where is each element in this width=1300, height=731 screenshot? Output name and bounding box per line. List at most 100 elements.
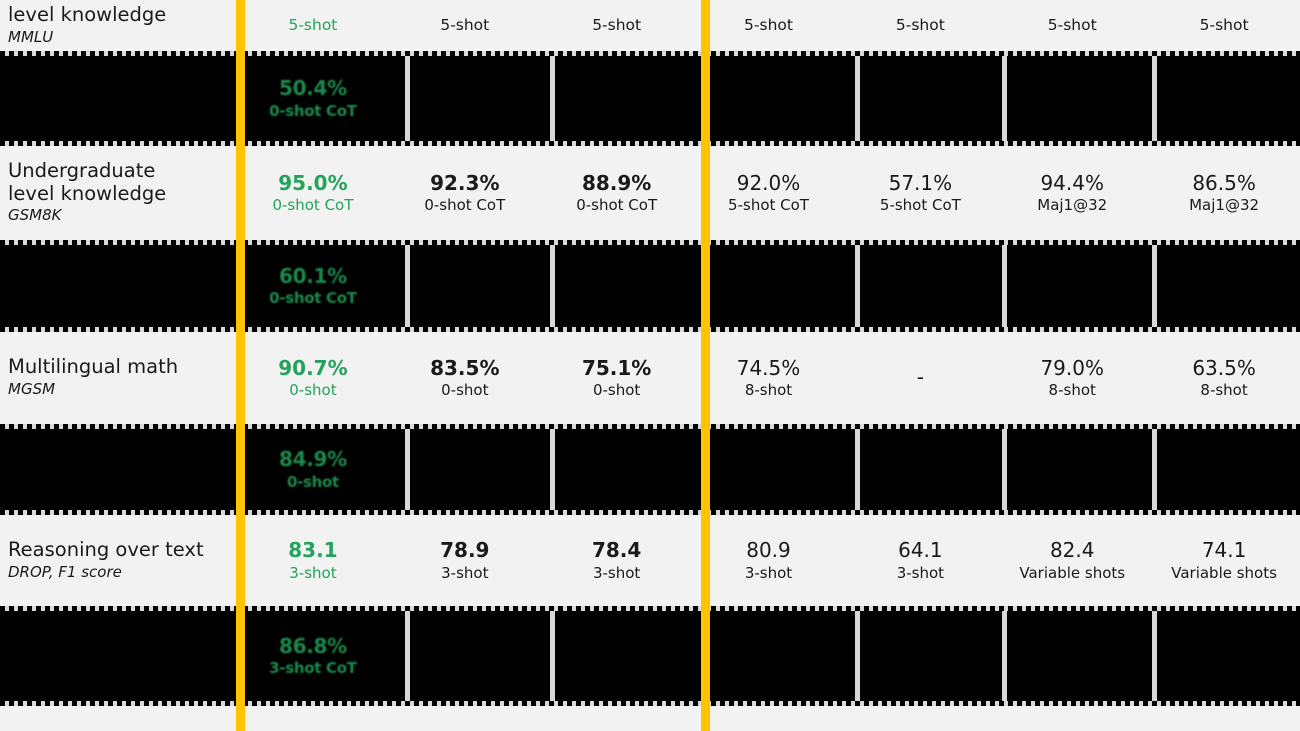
value-cell: 83.1 3-shot — [237, 515, 389, 606]
row-label-cell: Multilingual math MGSM — [0, 332, 237, 424]
masked-column-divider — [1152, 609, 1157, 703]
row-label-title: Multilingual math — [8, 355, 179, 379]
row-label-cell — [0, 51, 237, 146]
row-label-cell — [0, 240, 237, 332]
value-cell — [996, 606, 1148, 706]
shot-setting-label: 0-shot CoT — [269, 101, 357, 120]
benchmark-score: 63.5% — [1192, 355, 1256, 380]
benchmark-score: 82.4 — [1049, 538, 1095, 563]
row-label-dataset: DROP, F1 score — [8, 562, 122, 581]
value-cell: 63.5% 8-shot — [1148, 332, 1300, 424]
masked-column-divider — [1002, 243, 1007, 329]
masked-column-divider — [405, 609, 410, 703]
value-cell — [844, 424, 996, 515]
value-cell — [844, 51, 996, 146]
masked-column-divider — [855, 243, 860, 329]
value-cell: 75.1% 0-shot — [541, 332, 693, 424]
masked-column-divider — [855, 427, 860, 512]
value-cell: 78.4 3-shot — [541, 515, 693, 606]
benchmark-score: 86.5% — [1192, 170, 1256, 195]
shot-setting-label: Maj1@32 — [1189, 196, 1260, 215]
value-cell — [1148, 51, 1300, 146]
benchmark-score: 84.9% — [278, 447, 347, 472]
shot-setting-label: 3-shot — [744, 563, 793, 582]
masked-column-divider — [855, 609, 860, 703]
value-cell — [693, 606, 845, 706]
shot-setting-label: 5-shot CoT — [728, 196, 809, 215]
value-cell — [541, 240, 693, 332]
value-cell — [541, 51, 693, 146]
value-cell — [693, 51, 845, 146]
benchmark-score: 94.4% — [1040, 170, 1104, 195]
value-cell — [996, 424, 1148, 515]
shot-setting-label: 5-shot — [592, 16, 642, 35]
value-cell: 79.0% 8-shot — [996, 332, 1148, 424]
value-cell: 5-shot — [996, 0, 1148, 51]
row-label-title: Undergraduate — [8, 159, 156, 183]
value-cell: 5-shot — [1148, 0, 1300, 51]
benchmark-score: 60.1% — [278, 263, 347, 288]
value-cell — [996, 240, 1148, 332]
value-cell: 50.4% 0-shot CoT — [237, 51, 389, 146]
row-label-dataset: GSM8K — [8, 206, 62, 225]
benchmark-score: 75.1% — [581, 355, 652, 380]
shot-setting-label: 3-shot — [896, 563, 945, 582]
shot-setting-label: Maj1@32 — [1037, 196, 1108, 215]
masked-column-divider — [405, 54, 410, 143]
benchmark-score: 92.0% — [736, 170, 801, 195]
value-cell: 86.8% 3-shot CoT — [237, 606, 389, 706]
value-cell: 84.9% 0-shot — [237, 424, 389, 515]
row-label-cell: Reasoning over text DROP, F1 score — [0, 515, 237, 606]
masked-column-divider — [405, 427, 410, 512]
masked-column-divider — [1152, 54, 1157, 143]
masked-column-divider — [1002, 427, 1007, 512]
value-cell: 94.4% Maj1@32 — [996, 146, 1148, 240]
shot-setting-label: 3-shot — [441, 563, 489, 582]
row-label-cell — [0, 606, 237, 706]
value-cell: 5-shot — [541, 0, 693, 51]
benchmark-comparison-table: level knowledge MMLU 5-shot 5-shot 5-shot 5-s… — [0, 0, 1300, 731]
benchmark-score: 79.0% — [1040, 355, 1104, 380]
masked-row-2: 60.1% 0-shot CoT — [0, 240, 1300, 332]
shot-setting-label: 5-shot — [440, 16, 490, 35]
mgsm-row: Multilingual math MGSM 90.7% 0-shot 83.5% 0-s… — [0, 332, 1300, 424]
value-cell — [1148, 424, 1300, 515]
shot-setting-label: 8-shot — [1200, 381, 1248, 400]
masked-row-3: 84.9% 0-shot — [0, 424, 1300, 515]
row-label-cell: level knowledge MMLU — [0, 0, 237, 51]
shot-setting-label: Variable shots — [1171, 563, 1277, 582]
value-cell: 90.7% 0-shot — [237, 332, 389, 424]
benchmark-score: 86.8% — [278, 633, 347, 658]
shot-setting-label: Variable shots — [1019, 563, 1126, 582]
masked-column-divider — [1152, 427, 1157, 512]
shot-setting-label: 8-shot — [1048, 381, 1096, 400]
row-label-cell — [0, 424, 237, 515]
value-cell: 78.9 3-shot — [389, 515, 541, 606]
value-cell: 5-shot — [237, 0, 389, 51]
shot-setting-label: 3-shot CoT — [269, 659, 357, 678]
shot-setting-label: 3-shot — [289, 563, 337, 582]
benchmark-score: 92.3% — [430, 170, 500, 195]
benchmark-score: 83.5% — [430, 355, 500, 380]
benchmark-score: 64.1 — [898, 538, 943, 563]
benchmark-score: 90.7% — [278, 355, 348, 380]
value-cell: 86.5% Maj1@32 — [1148, 146, 1300, 240]
shot-setting-label: 5-shot — [1199, 16, 1249, 35]
shot-setting-label: 5-shot CoT — [879, 196, 961, 215]
value-cell — [1148, 240, 1300, 332]
masked-column-divider — [855, 54, 860, 143]
value-cell: 92.0% 5-shot CoT — [693, 146, 845, 240]
row-label-title: Reasoning over text — [8, 537, 204, 561]
masked-row-4: 86.8% 3-shot CoT — [0, 606, 1300, 706]
benchmark-score: 80.9 — [746, 538, 791, 563]
value-cell — [996, 51, 1148, 146]
value-cell: 95.0% 0-shot CoT — [237, 146, 389, 240]
row-label-title: level knowledge — [8, 2, 167, 26]
value-cell — [541, 606, 693, 706]
masked-column-divider — [1002, 609, 1007, 703]
highlight-rail-right — [701, 0, 710, 731]
value-cell — [389, 606, 541, 706]
shot-setting-label: 0-shot — [592, 381, 641, 400]
value-cell — [693, 424, 845, 515]
benchmark-score: 74.1 — [1201, 538, 1247, 563]
